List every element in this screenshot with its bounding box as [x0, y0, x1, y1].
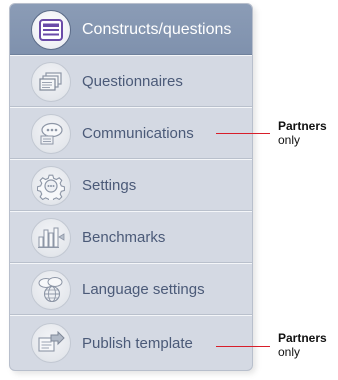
menu-item-settings[interactable]: Settings	[10, 159, 252, 211]
annotation-subtitle: only	[278, 345, 301, 359]
annotation-line-publish-template	[216, 346, 270, 347]
stacked-pages-icon	[31, 61, 71, 102]
menu-item-constructs-questions[interactable]: Constructs/questions	[10, 4, 252, 55]
chat-bubble-icon	[31, 113, 71, 154]
annotation-partners-only-communications: Partners only	[278, 119, 327, 147]
side-menu: Constructs/questions Questionnaires Comm…	[9, 3, 253, 371]
publish-arrow-icon	[31, 323, 71, 363]
annotation-title: Partners	[278, 331, 327, 345]
annotation-title: Partners	[278, 119, 327, 133]
menu-item-label: Publish template	[82, 334, 193, 352]
form-icon	[31, 9, 71, 50]
menu-item-label: Benchmarks	[82, 229, 166, 246]
gear-icon	[31, 165, 71, 206]
annotation-partners-only-publish: Partners only	[278, 331, 327, 359]
menu-item-label: Questionnaires	[82, 73, 183, 90]
annotation-subtitle: only	[278, 133, 301, 147]
menu-item-label: Constructs/questions	[82, 20, 232, 38]
menu-item-label: Language settings	[82, 281, 205, 298]
menu-item-questionnaires[interactable]: Questionnaires	[10, 55, 252, 107]
bar-chart-icon	[31, 217, 71, 258]
menu-item-language-settings[interactable]: Language settings	[10, 263, 252, 315]
menu-item-label: Settings	[82, 177, 137, 194]
menu-item-benchmarks[interactable]: Benchmarks	[10, 211, 252, 263]
menu-item-label: Communications	[82, 125, 194, 142]
annotation-line-communications	[216, 133, 270, 134]
globe-chat-icon	[31, 269, 71, 310]
menu-item-publish-template[interactable]: Publish template	[10, 315, 252, 370]
